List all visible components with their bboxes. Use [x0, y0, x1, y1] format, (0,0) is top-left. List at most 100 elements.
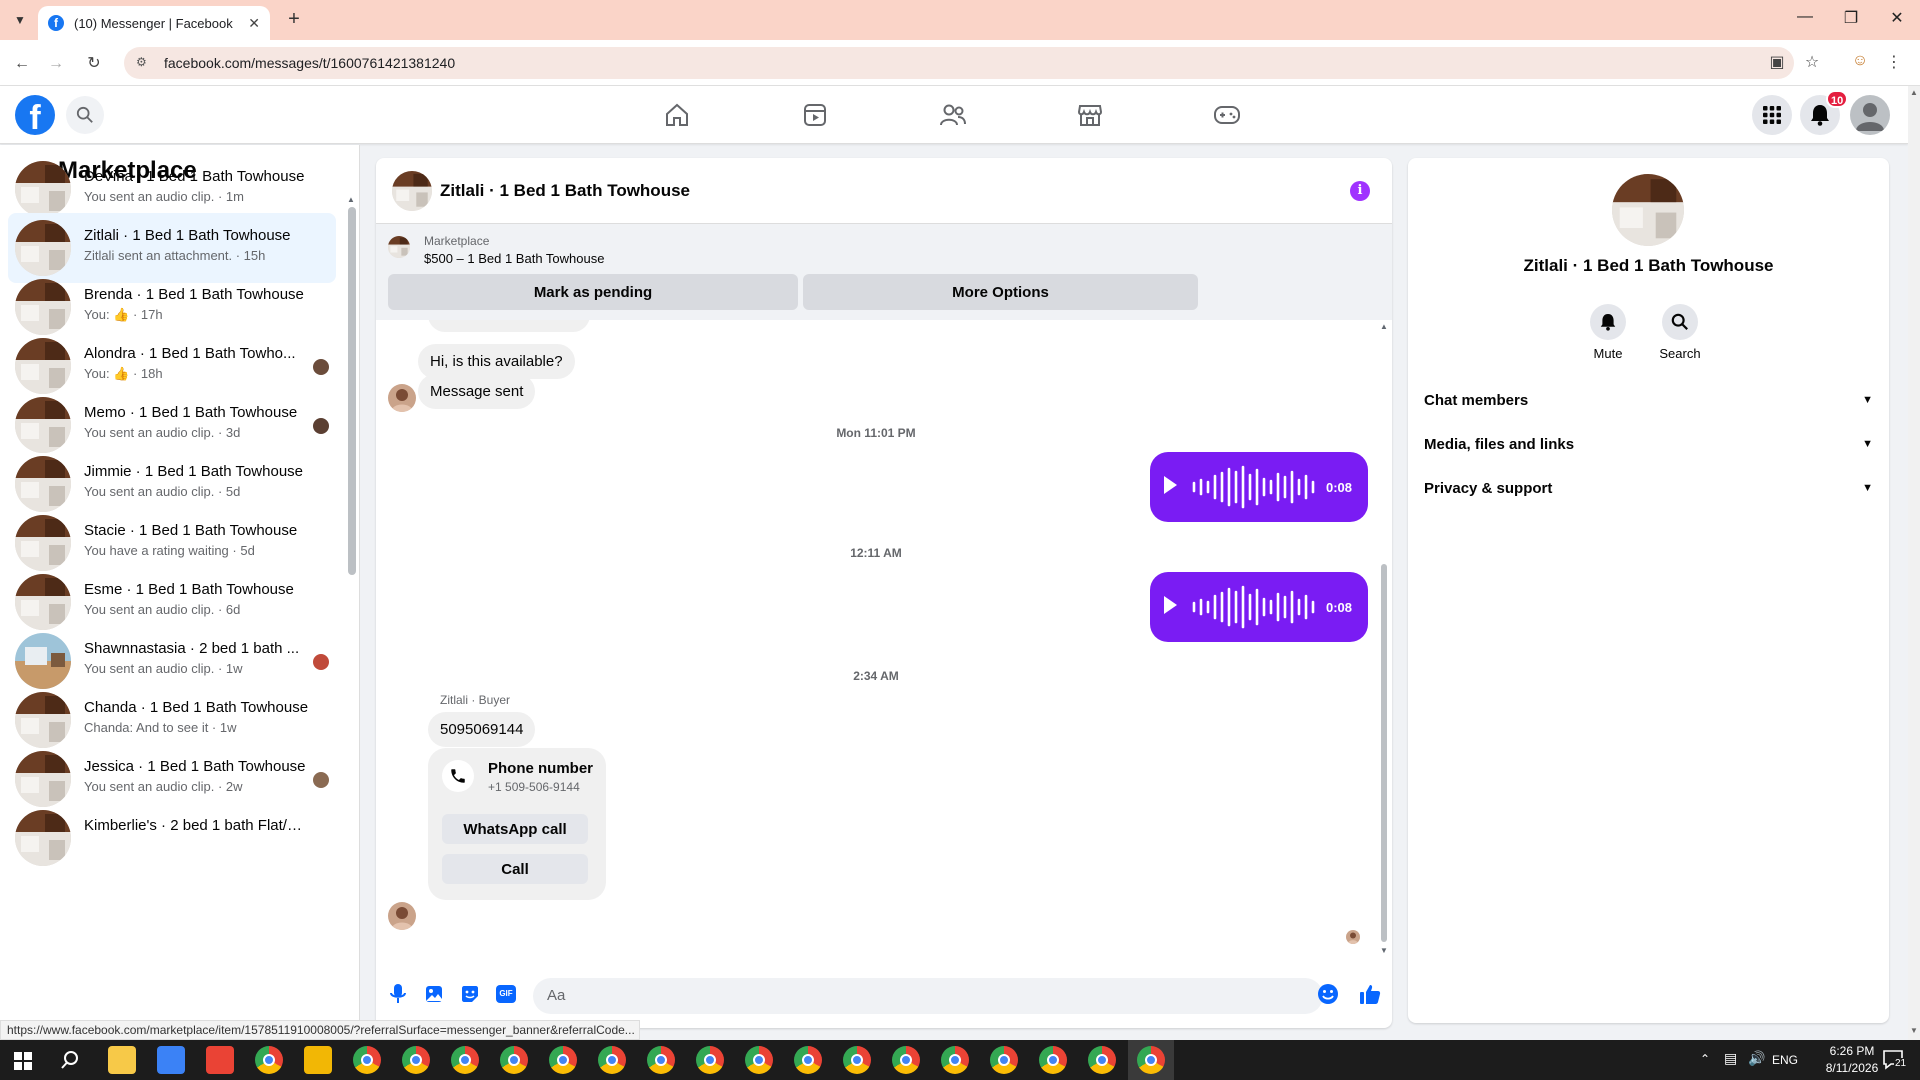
chrome-window-icon[interactable]: [990, 1046, 1018, 1074]
chrome-window-icon[interactable]: [1088, 1046, 1116, 1074]
section-label: Privacy & support: [1424, 479, 1553, 497]
voice-clip-button[interactable]: [386, 982, 410, 1006]
new-tab-button[interactable]: +: [282, 8, 306, 32]
conversation-list-scrollbar[interactable]: [348, 207, 356, 575]
media-files-links-section[interactable]: Media, files and links ▼: [1424, 424, 1873, 464]
site-info-icon[interactable]: ⚙: [136, 55, 152, 71]
privacy-support-section[interactable]: Privacy & support ▼: [1424, 468, 1873, 508]
play-icon[interactable]: [1164, 476, 1177, 494]
reload-button[interactable]: ↻: [82, 52, 106, 76]
home-nav-button[interactable]: [662, 100, 692, 130]
message-input[interactable]: Aa: [533, 978, 1323, 1014]
chat-members-section[interactable]: Chat members ▼: [1424, 380, 1873, 420]
gaming-nav-button[interactable]: [1212, 100, 1242, 130]
scroll-up-arrow-icon[interactable]: ▲: [1380, 322, 1388, 331]
gif-button[interactable]: GIF: [494, 982, 518, 1006]
info-icon[interactable]: i: [1350, 181, 1370, 201]
video-nav-button[interactable]: [800, 100, 830, 130]
install-app-icon[interactable]: ▣: [1765, 52, 1789, 72]
profile-icon[interactable]: ☺: [1848, 52, 1872, 70]
chat-listing-thumbnail[interactable]: [392, 171, 432, 211]
conversation-item[interactable]: Kimberlie's · 2 bed 1 bath Flat/ap...: [8, 803, 336, 873]
taskbar-search-icon[interactable]: [60, 1050, 80, 1075]
audio-message[interactable]: 0:08: [1150, 452, 1368, 522]
facebook-search-button[interactable]: [66, 96, 104, 134]
tab-search-chevron-icon[interactable]: ▼: [8, 8, 32, 32]
message-thread-scrollbar[interactable]: ▲ ▼: [1380, 320, 1388, 962]
play-icon[interactable]: [1164, 596, 1177, 614]
facebook-logo[interactable]: f: [15, 95, 55, 135]
chrome-window-icon[interactable]: [696, 1046, 724, 1074]
chat-panel: Zitlali · 1 Bed 1 Bath Towhouse i Market…: [376, 158, 1392, 1028]
search-in-conversation-button[interactable]: Search: [1650, 304, 1710, 361]
chrome-window-icon[interactable]: [941, 1046, 969, 1074]
banner-listing-thumbnail[interactable]: [388, 236, 410, 258]
close-tab-icon[interactable]: ✕: [248, 15, 260, 32]
contact-avatar[interactable]: [388, 384, 416, 412]
scroll-up-arrow-icon[interactable]: ▲: [1910, 88, 1918, 97]
contact-avatar[interactable]: [388, 902, 416, 930]
chrome-window-icon[interactable]: [1039, 1046, 1067, 1074]
chrome-window-icon[interactable]: [892, 1046, 920, 1074]
chrome-window-icon[interactable]: [549, 1046, 577, 1074]
volume-icon[interactable]: 🔊: [1748, 1050, 1765, 1067]
call-button[interactable]: Call: [442, 854, 588, 884]
listing-thumbnail[interactable]: [1612, 174, 1684, 246]
taskbar-app-icon[interactable]: [206, 1046, 234, 1074]
chrome-window-icon[interactable]: [353, 1046, 381, 1074]
clock-date[interactable]: 8/11/2026: [1820, 1061, 1884, 1075]
chrome-window-icon[interactable]: [794, 1046, 822, 1074]
conversation-preview: Chanda: And to see it · 1w: [84, 720, 237, 735]
emoji-button[interactable]: [1316, 982, 1340, 1006]
scroll-down-arrow-icon[interactable]: ▼: [1380, 946, 1388, 955]
attach-media-button[interactable]: [422, 982, 446, 1006]
audio-message[interactable]: 0:08: [1150, 572, 1368, 642]
back-button[interactable]: ←: [10, 52, 34, 76]
chrome-window-icon[interactable]: [255, 1046, 283, 1074]
whatsapp-call-button[interactable]: WhatsApp call: [442, 814, 588, 844]
bookmark-star-icon[interactable]: ☆: [1800, 52, 1824, 72]
friends-nav-button[interactable]: [938, 100, 968, 130]
account-avatar[interactable]: [1850, 95, 1890, 135]
mute-button[interactable]: Mute: [1578, 304, 1638, 361]
scroll-down-arrow-icon[interactable]: ▼: [1910, 1026, 1918, 1035]
chrome-window-icon[interactable]: [647, 1046, 675, 1074]
taskbar-app-icon[interactable]: [157, 1046, 185, 1074]
more-options-button[interactable]: More Options: [803, 274, 1198, 310]
chrome-window-icon[interactable]: [451, 1046, 479, 1074]
address-bar[interactable]: ⚙ facebook.com/messages/t/16007614213812…: [124, 47, 1794, 79]
sticker-button[interactable]: [458, 982, 482, 1006]
taskbar-app-icon[interactable]: [304, 1046, 332, 1074]
restore-window-button[interactable]: ❐: [1836, 8, 1866, 28]
scrollbar-thumb[interactable]: [1381, 564, 1387, 942]
send-like-button[interactable]: [1358, 982, 1382, 1006]
chrome-window-icon[interactable]: [745, 1046, 773, 1074]
tray-overflow-icon[interactable]: ⌃: [1700, 1052, 1710, 1066]
chrome-window-icon[interactable]: [402, 1046, 430, 1074]
minimize-window-button[interactable]: —: [1790, 8, 1820, 26]
notification-center-icon[interactable]: 21: [1882, 1048, 1908, 1072]
menu-button[interactable]: [1752, 95, 1792, 135]
clock-time[interactable]: 6:26 PM: [1820, 1044, 1884, 1058]
taskbar-app-icon[interactable]: [108, 1046, 136, 1074]
windows-start-icon[interactable]: [14, 1052, 32, 1075]
scroll-up-arrow-icon[interactable]: ▲: [347, 195, 355, 204]
banner-listing-link[interactable]: $500 – 1 Bed 1 Bath Towhouse: [424, 251, 604, 266]
browser-menu-icon[interactable]: ⋮: [1882, 52, 1906, 72]
chrome-window-icon[interactable]: [500, 1046, 528, 1074]
browser-tab-messenger[interactable]: f (10) Messenger | Facebook ✕: [38, 6, 270, 40]
page-scrollbar[interactable]: ▲ ▼: [1908, 86, 1920, 1040]
conversation-thumbnail: [15, 574, 71, 630]
chrome-window-icon[interactable]: [1137, 1046, 1165, 1074]
language-indicator[interactable]: ENG: [1772, 1053, 1798, 1067]
chrome-window-icon[interactable]: [843, 1046, 871, 1074]
chrome-window-icon[interactable]: [598, 1046, 626, 1074]
close-window-button[interactable]: ✕: [1882, 8, 1912, 28]
marketplace-nav-button[interactable]: [1075, 100, 1105, 130]
forward-button[interactable]: →: [44, 52, 68, 76]
timestamp: Mon 11:01 PM: [836, 426, 916, 440]
search-circle: [1662, 304, 1698, 340]
mark-as-pending-button[interactable]: Mark as pending: [388, 274, 798, 310]
chat-title[interactable]: Zitlali · 1 Bed 1 Bath Towhouse: [440, 181, 690, 201]
network-icon[interactable]: ▤: [1724, 1050, 1737, 1067]
